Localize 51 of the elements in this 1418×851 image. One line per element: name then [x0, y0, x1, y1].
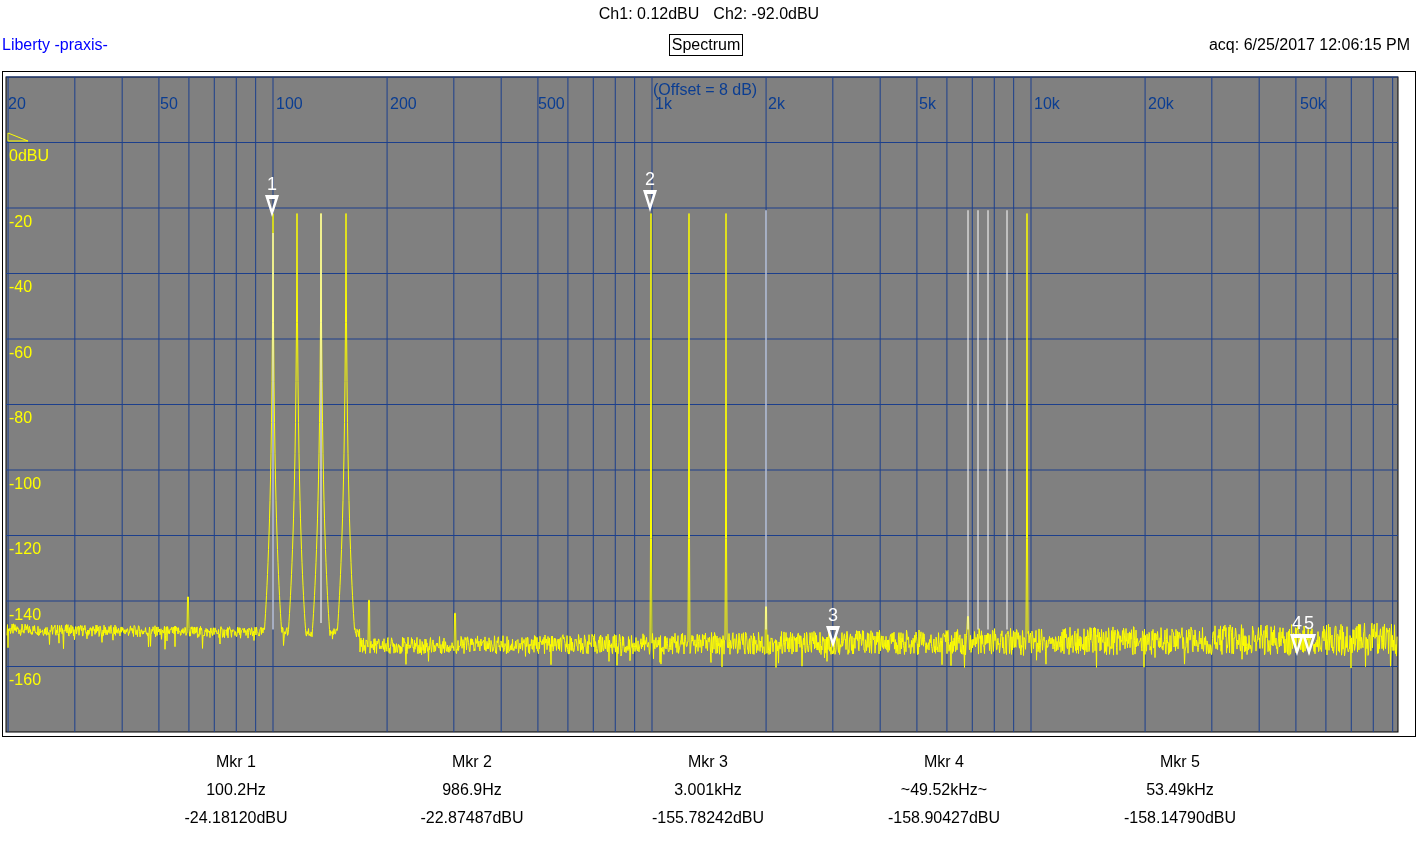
app-name: Liberty -praxis-: [2, 36, 109, 54]
frequency-tick-label: 20k: [1148, 95, 1174, 112]
level-tick-label: -80: [9, 409, 33, 426]
frequency-tick-label: 200: [390, 95, 417, 112]
marker-number: 2: [645, 169, 655, 189]
marker-triangle-icon: [1290, 634, 1304, 656]
level-tick-label: -40: [9, 278, 33, 295]
marker-number: 3: [828, 605, 838, 625]
marker-label: Mkr 1: [216, 752, 256, 772]
marker-triangle-icon: [643, 190, 657, 212]
marker-triangle-icon: [1302, 634, 1316, 656]
channel-readout: Ch2: -92.0dBU: [713, 5, 820, 23]
marker-triangle-icon: [826, 626, 840, 648]
frequency-tick-label: 20: [8, 95, 26, 112]
marker-reading: -155.78242dBU: [651, 808, 765, 828]
level-tick-label: -100: [9, 474, 42, 492]
level-tick-label: -20: [9, 212, 33, 230]
level-tick-label: -140: [9, 605, 42, 623]
channel-readout: Ch1: 0.12dBU: [598, 5, 700, 23]
marker-label: Mkr 5: [1160, 752, 1200, 772]
marker-reading: -22.87487dBU: [420, 808, 524, 828]
marker-number: 4: [1292, 613, 1302, 633]
level-tick-label: -60: [9, 343, 33, 361]
marker-triangle-icon: [265, 195, 279, 217]
marker-reading: -158.90427dBU: [887, 808, 1001, 828]
marker-label: Mkr 3: [688, 752, 728, 772]
marker-frequency: 100.2Hz: [206, 780, 266, 800]
marker-label: Mkr 4: [924, 752, 964, 772]
marker-reading: -24.18120dBU: [184, 808, 288, 828]
frequency-tick-label: 10k: [1034, 95, 1060, 112]
acquisition-time: acq: 6/25/2017 12:06:15 PM: [1208, 36, 1410, 54]
marker-frequency: ~49.52kHz~: [900, 780, 988, 800]
level-tick-label: -120: [9, 540, 42, 557]
frequency-tick-label: 500: [538, 95, 565, 112]
frequency-tick-label: 5k: [919, 95, 936, 112]
frequency-tick-label: 100: [276, 95, 303, 112]
marker-frequency: 53.49kHz: [1146, 780, 1214, 800]
view-title: Spectrum: [668, 34, 744, 56]
level-tick-label: 0dBU: [9, 147, 50, 164]
frequency-tick-label: 2k: [768, 95, 785, 112]
level-tick-label: -160: [9, 671, 42, 688]
marker-number: 1: [267, 174, 277, 194]
frequency-tick-label: 50k: [1300, 95, 1326, 112]
marker-reading: -158.14790dBU: [1123, 808, 1237, 828]
reference-triangle-icon: [7, 132, 29, 142]
offset-note: (Offset = 8 dB): [653, 81, 758, 98]
marker-label: Mkr 2: [452, 752, 492, 772]
marker-frequency: 3.001kHz: [674, 780, 742, 800]
frequency-tick-label: 50: [160, 95, 178, 112]
marker-frequency: 986.9Hz: [442, 780, 502, 800]
marker-number: 5: [1304, 613, 1314, 633]
